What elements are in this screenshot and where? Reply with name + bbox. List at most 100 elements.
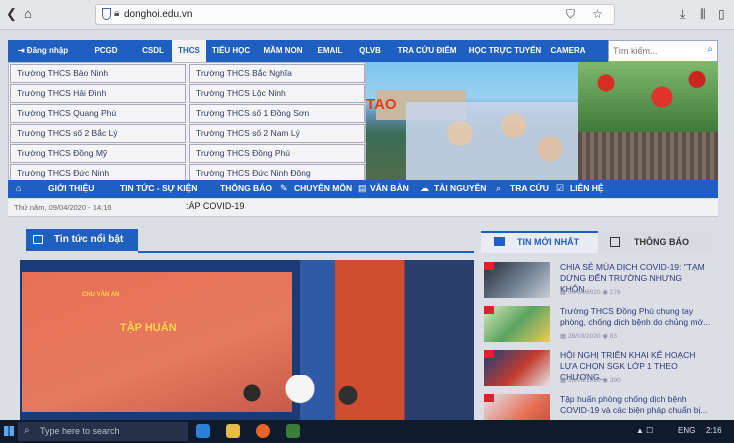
menu-csdl[interactable]: CSDL [134,40,172,62]
news-views: 390 [609,377,621,384]
dropdown-item[interactable]: Trường THCS Đồng Mỹ [10,144,186,163]
featured-divider [138,251,474,253]
eye-icon: ◉ [602,289,610,296]
header-banner [366,62,718,180]
back-icon[interactable]: ❮ [6,6,17,22]
address-bar[interactable]: 🔒︎ donghoi.edu.vn ⛉ ☆ [95,4,615,25]
list-item[interactable]: Tập huấn phòng chống dịch bệnh COVID-19 … [484,394,714,420]
menu-pcgd[interactable]: PCGD [78,40,134,62]
menu-login[interactable]: ⇥ Đăng nhập [8,40,78,62]
checkbox-icon: ☑ [556,183,565,193]
taskbar: ⌕ Type here to search ▲ ☐ ENG 2:16 [0,420,734,443]
news-ticker[interactable]: :ÁP COVID-19 [186,201,244,211]
document-icon: ▤ [358,183,367,193]
list-item[interactable]: CHIA SẺ MÙA DỊCH COVID-19: "TẠM DỪNG ĐẾN… [484,262,714,302]
search-placeholder: Tìm kiếm... [613,46,658,56]
main-nav: ⌂ GIỚI THIỆU TIN TỨC - SỰ KIỆN THÔNG BÁO… [8,180,718,198]
screen-title: TẬP HUẤN [120,322,177,334]
taskbar-search-placeholder: Type here to search [40,426,120,436]
file-explorer-icon[interactable] [226,424,240,438]
menu-login-label: Đăng nhập [26,46,69,55]
new-badge [484,262,494,270]
date-bar: Thứ năm, 09/04/2020 - 14:16 :ÁP COVID-19 [8,199,718,217]
menu-hoc-truc-tuyen[interactable]: HỌC TRỰC TUYẾN [464,40,546,62]
windows-start-icon[interactable] [4,426,14,436]
menu-camera[interactable]: CAMERA [546,40,590,62]
dropdown-item[interactable]: Trường THCS số 1 Đồng Sơn [189,104,365,123]
presenters [220,375,380,420]
calendar-icon: ▦ [560,377,568,384]
news-title[interactable]: Trường THCS Đồng Phú chung tay phòng, ch… [560,306,712,328]
edge-icon[interactable] [196,424,210,438]
news-views: 276 [609,289,621,296]
current-date: Thứ năm, 09/04/2020 - 14:16 [14,203,112,212]
nav-lien-he[interactable]: LIÊN HỆ [570,183,604,193]
news-meta: ▦ 28/03/2020 ◉ 83 [560,332,617,340]
banner-flowers [578,62,718,132]
new-badge [484,394,494,402]
thcs-dropdown: Trường THCS Bảo Ninh Trường THCS Hải Đìn… [8,62,366,184]
news-date: 28/03/2020 [567,333,601,340]
dropdown-item[interactable]: Trường THCS Bảo Ninh [10,64,186,83]
dropdown-item[interactable]: Trường THCS số 2 Nam Lý [189,124,365,143]
download-icon[interactable]: ⤓ [680,7,685,22]
library-icon[interactable]: ⫼ [700,7,706,22]
banner-text: TAO [366,96,397,113]
eye-icon: ◉ [602,377,610,384]
home-icon[interactable]: ⌂ [16,183,21,193]
search-icon: ⌕ [24,425,30,436]
featured-news-image[interactable]: CHU VĂN AN TẬP HUẤN [20,260,474,420]
news-views: 83 [609,333,618,340]
home-icon[interactable]: ⌂ [24,6,32,21]
news-meta: ▦ 18/03/2020 ◉ 390 [560,376,621,384]
firefox-icon[interactable] [256,424,270,438]
app-icon[interactable] [286,424,300,438]
new-badge [484,350,494,358]
featured-news-label: Tin tức nổi bật [54,234,124,245]
lock-icon[interactable]: 🔒︎ [114,8,119,19]
menu-mam-non[interactable]: MẦM NON [256,40,310,62]
taskbar-search[interactable]: ⌕ Type here to search [18,422,188,441]
news-title[interactable]: Tập huấn phòng chống dịch bệnh COVID-19 … [560,394,712,416]
shield-icon[interactable] [102,8,111,20]
star-icon[interactable]: ☆ [592,7,603,21]
nav-thong-bao[interactable]: THÔNG BÁO [220,183,272,193]
menu-tra-cuu-diem[interactable]: TRA CỨU ĐIỂM [390,40,464,62]
menu-qlvb[interactable]: QLVB [350,40,390,62]
menu-thcs[interactable]: THCS [172,40,206,62]
news-meta: ▦ 06/04/2020 ◉ 276 [560,288,621,296]
list-item[interactable]: HỘI NGHỊ TRIỂN KHAI KẾ HOẠCH LỰA CHỌN SG… [484,350,714,390]
list-item[interactable]: Trường THCS Đồng Phú chung tay phòng, ch… [484,306,714,346]
menu-tieu-hoc[interactable]: TIỂU HỌC [206,40,256,62]
search-icon[interactable]: ⌕ [707,44,713,55]
nav-tra-cuu[interactable]: TRA CỨU [510,183,549,193]
calendar-icon: ▦ [560,333,568,340]
sidebar-icon[interactable]: ▯ [718,7,725,21]
nav-gioi-thieu[interactable]: GIỚI THIỆU [48,183,94,193]
dropdown-item[interactable]: Trường THCS Bắc Nghĩa [189,64,365,83]
dropdown-item[interactable]: Trường THCS số 2 Bắc Lý [10,124,186,143]
nav-tai-nguyen[interactable]: TÀI NGUYÊN [434,183,486,193]
calendar-icon: ▦ [560,289,568,296]
dropdown-item[interactable]: Trường THCS Lộc Ninh [189,84,365,103]
pocket-icon[interactable]: ⛉ [566,7,575,22]
network-icon[interactable]: ▲ ☐ [636,426,653,435]
top-menu: ⇥ Đăng nhập PCGD CSDL THCS TIỂU HỌC MẦM … [8,40,608,62]
nav-chuyen-mon[interactable]: CHUYÊN MÔN [294,183,352,193]
dropdown-item[interactable]: Trường THCS Hải Đình [10,84,186,103]
screen-header: CHU VĂN AN [82,292,120,298]
clock[interactable]: 2:16 [706,426,722,435]
menu-email[interactable]: EMAIL [310,40,350,62]
language-indicator[interactable]: ENG [678,426,695,435]
book-icon: ✎ [280,183,288,193]
url-text[interactable]: donghoi.edu.vn [124,9,192,20]
news-date: 06/04/2020 [567,289,601,296]
search-icon: ⌕ [496,183,502,193]
nav-tin-tuc[interactable]: TIN TỨC - SỰ KIỆN [120,183,197,193]
dropdown-item[interactable]: Trường THCS Quang Phú [10,104,186,123]
nav-van-ban[interactable]: VĂN BẢN [370,183,409,193]
news-date: 18/03/2020 [567,377,601,384]
search-input[interactable]: Tìm kiếm... ⌕ [608,40,718,62]
tab-notices-label: THÔNG BÁO [634,237,689,247]
dropdown-item[interactable]: Trường THCS Đồng Phú [189,144,365,163]
